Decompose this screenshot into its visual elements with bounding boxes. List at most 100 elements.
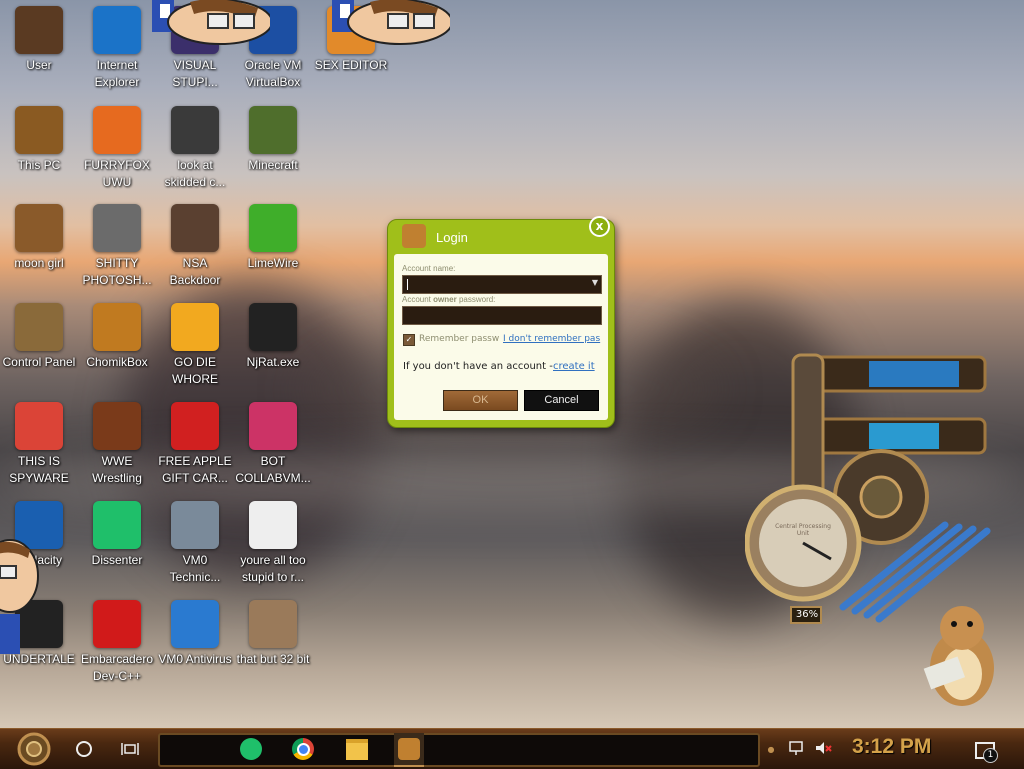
desktop-icon-youre-all-too-stupid-to-r[interactable]: youre all too stupid to r... — [234, 501, 312, 586]
user-folder-icon — [15, 6, 63, 54]
desktop-icon-label: FREE APPLE GIFT CAR... — [158, 454, 232, 485]
start-button[interactable] — [10, 731, 58, 767]
caret-icon — [407, 279, 408, 290]
chevron-down-icon[interactable]: ▼ — [592, 278, 598, 287]
edge-browser-icon — [93, 6, 141, 54]
desktop-icon-internet-explorer[interactable]: Internet Explorer — [78, 6, 156, 91]
desktop-icon-label: VISUAL STUPI... — [172, 58, 218, 89]
desktop-icon-bot-collabvm[interactable]: BOT COLLABVM... — [234, 402, 312, 487]
desktop-icon-label: FURRYFOX UWU — [84, 158, 150, 189]
desktop-icon-this-pc[interactable]: This PC — [0, 106, 78, 174]
desktop-icon-moon-girl[interactable]: moon girl — [0, 204, 78, 272]
dissenter-icon — [93, 501, 141, 549]
chrome-icon — [292, 738, 314, 760]
desktop-icon-vm0-antivirus[interactable]: VM0 Antivirus — [156, 600, 234, 668]
forgot-password-link[interactable]: I don't remember pas — [503, 334, 602, 344]
de-icon — [171, 303, 219, 351]
cpu-percent: 36% — [795, 609, 819, 620]
notification-center-button[interactable]: 1 — [972, 737, 998, 763]
desktop-icon-shitty-photosh[interactable]: SHITTY PHOTOSH... — [78, 204, 156, 289]
search-button[interactable] — [70, 735, 98, 763]
login-dialog: Login x Account name: ▼ Account owner pa… — [387, 216, 615, 428]
desktop-icon-look-at-skidded-c[interactable]: look at skidded c... — [156, 106, 234, 191]
desktop-icon-label: moon girl — [14, 256, 64, 270]
cpu-meter-gadget: Central Processing Unit 36% — [744, 345, 1000, 625]
desktop-icon-label: ChomikBox — [86, 355, 148, 369]
taskbar-chomikbox[interactable] — [394, 733, 424, 767]
desktop-icon-dissenter[interactable]: Dissenter — [78, 501, 156, 569]
remember-checkbox[interactable]: ✓ — [403, 334, 415, 346]
cartoon-face-decoration — [0, 539, 39, 654]
desktop-icon-label: User — [26, 58, 52, 72]
desktop-icon-label: Oracle VM VirtualBox — [244, 58, 302, 89]
account-name-label: Account name: — [402, 264, 456, 273]
desktop-icon-label: NSA Backdoor — [169, 256, 221, 287]
desktop-icon-limewire[interactable]: LimeWire — [234, 204, 312, 272]
desktop-icon-go-die-whore[interactable]: GO DIE WHORE — [156, 303, 234, 388]
owner-password-label-part2: password: — [458, 295, 496, 304]
chomik-app-icon — [402, 224, 426, 248]
notification-badge: 1 — [983, 748, 998, 763]
skull-icon — [249, 303, 297, 351]
network-icon — [789, 741, 803, 755]
desktop-icon-chomikbox[interactable]: ChomikBox — [78, 303, 156, 371]
taskbar-chrome[interactable] — [288, 733, 318, 765]
lamp-icon — [15, 303, 63, 351]
taskbar-dissenter[interactable] — [236, 733, 266, 765]
desktop-icon-label: VM0 Technic... — [169, 553, 221, 584]
desktop-icon-label: Internet Explorer — [94, 58, 140, 89]
desktop-icon-njrat-exe[interactable]: NjRat.exe — [234, 303, 312, 371]
monitor-icon — [249, 402, 297, 450]
close-icon: x — [595, 219, 604, 233]
close-button[interactable]: x — [589, 216, 610, 237]
shield-icon — [171, 600, 219, 648]
network-tray-button[interactable] — [786, 737, 808, 759]
desktop-icon-furryfox-uwu[interactable]: FURRYFOX UWU — [78, 106, 156, 191]
account-name-field[interactable]: ▼ — [402, 275, 602, 294]
ok-button[interactable]: OK — [443, 390, 518, 411]
desktop-icon-nsa-backdoor[interactable]: NSA Backdoor — [156, 204, 234, 289]
desktop-icon-vm0-technic[interactable]: VM0 Technic... — [156, 501, 234, 586]
no-account-text: If you don't have an account - — [403, 361, 553, 372]
cabinet-icon — [93, 402, 141, 450]
desktop-icon-label: SHITTY PHOTOSH... — [82, 256, 152, 287]
owner-password-label: Account owner password: — [402, 295, 495, 304]
desktop-icon-label: VM0 Antivirus — [158, 652, 232, 666]
limewire-icon — [249, 204, 297, 252]
remember-label: Remember passw — [419, 334, 500, 344]
search-circle-icon — [76, 741, 92, 757]
hamster-mascot-decoration — [923, 606, 994, 706]
firefox-icon — [93, 106, 141, 154]
desktop-icon-embarcadero-dev-c[interactable]: Embarcadero Dev-C++ — [78, 600, 156, 685]
desktop-icon-label: GO DIE WHORE — [172, 355, 218, 386]
desktop-icon-that-but-32-bit[interactable]: that but 32 bit — [234, 600, 312, 668]
volume-tray-button[interactable] — [812, 737, 834, 759]
desktop-icon-control-panel[interactable]: Control Panel — [0, 303, 78, 371]
tray-overflow-chevron[interactable]: ● — [764, 739, 778, 759]
taskbar-file-explorer[interactable] — [342, 733, 372, 765]
desktop-icon-label: THIS IS SPYWARE — [9, 454, 69, 485]
desktop-icon-label: Embarcadero Dev-C++ — [80, 652, 154, 683]
cpu-gadget-label: Central Processing Unit — [775, 523, 831, 537]
desktop-icon-minecraft[interactable]: Minecraft — [234, 106, 312, 174]
cancel-button[interactable]: Cancel — [524, 390, 599, 411]
create-account-link[interactable]: create it — [553, 361, 595, 372]
desktop-icon-label: This PC — [17, 158, 61, 172]
desktop-icon-label: NjRat.exe — [246, 355, 300, 369]
task-view-button[interactable] — [116, 735, 144, 763]
gear-panel-icon — [171, 204, 219, 252]
technician-icon — [171, 501, 219, 549]
devcpp-icon — [93, 600, 141, 648]
box-folder-icon — [15, 204, 63, 252]
desktop-icon-this-is-spyware[interactable]: THIS IS SPYWARE — [0, 402, 78, 487]
desktop-icon-label: Dissenter — [91, 553, 143, 567]
desktop-icon-free-apple-gift-car[interactable]: FREE APPLE GIFT CAR... — [156, 402, 234, 487]
file-explorer-icon — [346, 738, 368, 760]
desktop-icon-wwe-wrestling[interactable]: WWE Wrestling — [78, 402, 156, 487]
owner-password-field[interactable] — [402, 306, 602, 325]
clock[interactable]: 3:12 PM — [852, 735, 931, 759]
desktop-icon-user[interactable]: User — [0, 6, 78, 74]
desktop-icon-label: youre all too stupid to r... — [240, 553, 306, 584]
chomikbox-icon — [398, 738, 420, 760]
task-view-icon — [121, 743, 139, 755]
